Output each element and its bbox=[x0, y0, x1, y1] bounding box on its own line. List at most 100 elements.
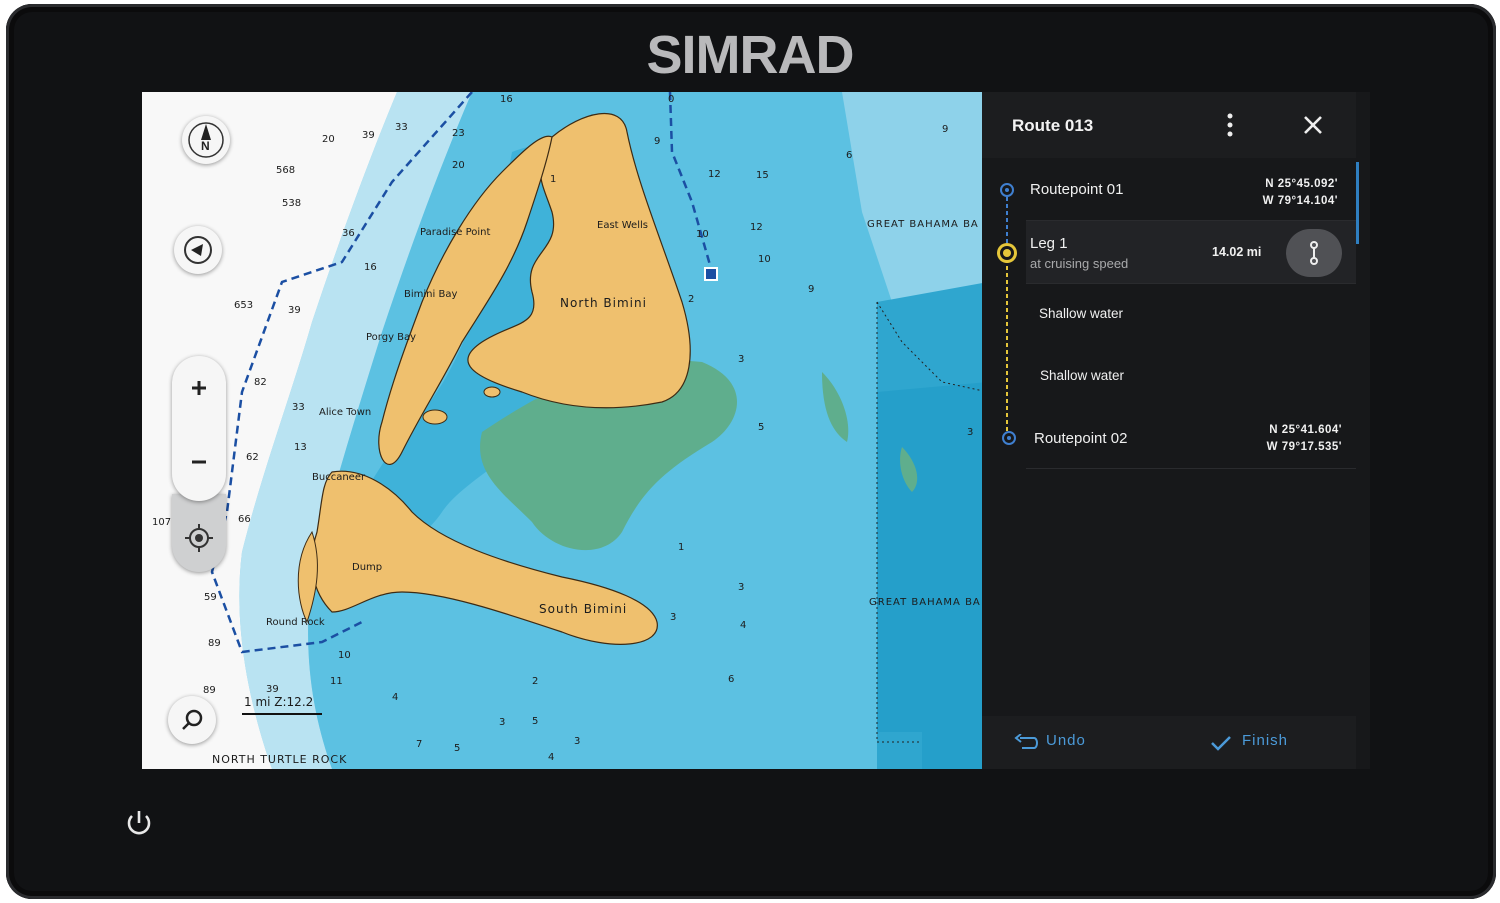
depth-sounding: 36 bbox=[342, 228, 355, 239]
longitude: W 79°14.104' bbox=[1262, 195, 1338, 207]
depth-sounding: 10 bbox=[758, 254, 771, 265]
checkmark-icon bbox=[1211, 736, 1231, 751]
depth-sounding: 9 bbox=[808, 284, 815, 295]
depth-sounding: 1 bbox=[678, 542, 685, 553]
label-south-bimini: South Bimini bbox=[539, 602, 628, 616]
locate-vessel-button[interactable] bbox=[172, 494, 226, 572]
label-porgy-bay: Porgy Bay bbox=[366, 332, 417, 343]
depth-sounding: 12 bbox=[708, 169, 721, 180]
label-north-turtle-rock: NORTH TURTLE ROCK bbox=[212, 753, 348, 766]
label-paradise-point: Paradise Point bbox=[420, 227, 491, 238]
scale-indicator: 1 mi Z:12.2 bbox=[244, 695, 314, 709]
depth-sounding: 5 bbox=[454, 743, 461, 754]
divider bbox=[1026, 468, 1356, 469]
scroll-indicator[interactable] bbox=[1356, 162, 1359, 244]
routepoint-coordinates: N 25°45.092' W 79°14.104' bbox=[1263, 176, 1338, 210]
depth-sounding: 33 bbox=[292, 402, 305, 413]
label-north-bimini: North Bimini bbox=[560, 296, 647, 310]
depth-sounding: 0 bbox=[668, 94, 675, 105]
label-buccaneer: Buccaneer bbox=[312, 472, 366, 483]
depth-sounding: 6 bbox=[846, 150, 853, 161]
depth-sounding: 3 bbox=[738, 582, 745, 593]
more-options-button[interactable] bbox=[1222, 112, 1238, 143]
depth-sounding: 568 bbox=[276, 165, 296, 176]
route-title: Route 013 bbox=[1012, 116, 1094, 135]
depth-sounding: 6 bbox=[728, 674, 735, 685]
brand-logo: SIMRAD bbox=[646, 25, 855, 85]
leg-distance: 14.02 mi bbox=[1212, 245, 1262, 259]
depth-sounding: 2 bbox=[532, 676, 539, 687]
routepoint-icon bbox=[1002, 431, 1016, 445]
finish-label: Finish bbox=[1242, 732, 1289, 749]
display-screen: North Bimini South Bimini East Wells Par… bbox=[142, 92, 1370, 769]
depth-sounding: 3 bbox=[738, 354, 745, 365]
depth-sounding: 11 bbox=[330, 676, 343, 687]
label-great-bahama-bank-1: GREAT BAHAMA BA bbox=[867, 219, 979, 230]
zoom-control bbox=[172, 356, 226, 501]
zoom-out-button[interactable] bbox=[172, 428, 226, 501]
navigation-arrow-icon bbox=[184, 236, 212, 264]
label-bimini-bay: Bimini Bay bbox=[404, 289, 458, 300]
depth-sounding: 538 bbox=[282, 198, 302, 209]
depth-sounding: 10 bbox=[338, 650, 351, 661]
warning-shallow-water[interactable]: Shallow water bbox=[1039, 306, 1123, 321]
route-panel: Route 013 Routepoint 01 N 25°45.092' W 7… bbox=[982, 92, 1370, 769]
warning-shallow-water[interactable]: Shallow water bbox=[1040, 368, 1124, 383]
depth-sounding: 107 bbox=[152, 517, 172, 528]
depth-sounding: 12 bbox=[750, 222, 763, 233]
depth-sounding: 39 bbox=[266, 684, 279, 695]
latitude: N 25°45.092' bbox=[1265, 178, 1338, 190]
depth-sounding: 653 bbox=[234, 300, 254, 311]
close-button[interactable] bbox=[1302, 114, 1324, 141]
power-icon bbox=[127, 811, 151, 835]
undo-button[interactable]: Undo bbox=[1014, 730, 1134, 758]
depth-sounding: 82 bbox=[254, 377, 267, 388]
depth-sounding: 10 bbox=[696, 229, 709, 240]
depth-sounding: 89 bbox=[208, 638, 221, 649]
depth-sounding: 7 bbox=[416, 739, 423, 750]
leg-label: Leg 1 bbox=[1030, 235, 1068, 252]
finish-button[interactable]: Finish bbox=[1210, 730, 1330, 758]
close-icon bbox=[1304, 116, 1322, 134]
depth-sounding: 39 bbox=[288, 305, 301, 316]
power-button[interactable] bbox=[122, 806, 156, 840]
navigation-mode-button[interactable] bbox=[174, 226, 222, 274]
depth-sounding: 4 bbox=[740, 620, 747, 631]
longitude: W 79°17.535' bbox=[1266, 441, 1342, 453]
depth-sounding: 3 bbox=[499, 717, 506, 728]
depth-sounding: 4 bbox=[392, 692, 399, 703]
depth-sounding: 59 bbox=[204, 592, 217, 603]
leg-options-button[interactable] bbox=[1286, 229, 1342, 277]
nautical-chart[interactable]: North Bimini South Bimini East Wells Par… bbox=[142, 92, 988, 769]
routepoint-label: Routepoint 01 bbox=[1030, 181, 1124, 198]
depth-sounding: 3 bbox=[967, 427, 974, 438]
depth-sounding: 20 bbox=[452, 160, 465, 171]
crosshair-icon bbox=[185, 524, 213, 552]
depth-sounding: 66 bbox=[238, 514, 251, 525]
more-vertical-icon bbox=[1227, 113, 1233, 137]
zoom-in-button[interactable] bbox=[172, 356, 226, 428]
routepoint-icon bbox=[1000, 183, 1014, 197]
depth-sounding: 9 bbox=[942, 124, 949, 135]
depth-sounding: 3 bbox=[670, 612, 677, 623]
label-dump: Dump bbox=[352, 562, 383, 573]
routepoint-row[interactable]: Routepoint 02 N 25°41.604' W 79°17.535' bbox=[982, 408, 1356, 468]
latitude: N 25°41.604' bbox=[1269, 424, 1342, 436]
route-leg-icon bbox=[1310, 241, 1318, 265]
divider bbox=[1026, 283, 1356, 284]
search-icon bbox=[182, 709, 203, 730]
depth-sounding: 4 bbox=[548, 752, 555, 763]
depth-sounding: 15 bbox=[756, 170, 769, 181]
search-button[interactable] bbox=[168, 696, 216, 744]
depth-sounding: 5 bbox=[758, 422, 765, 433]
compass-button[interactable]: N bbox=[182, 116, 230, 164]
minus-icon bbox=[192, 460, 206, 464]
routepoint-row[interactable]: Routepoint 01 N 25°45.092' W 79°14.104' bbox=[982, 162, 1356, 220]
leg-subtitle: at cruising speed bbox=[1030, 256, 1129, 271]
depth-sounding: 39 bbox=[362, 130, 375, 141]
chart-graphics bbox=[142, 92, 988, 769]
depth-sounding: 23 bbox=[452, 128, 465, 139]
routepoint-coordinates: N 25°41.604' W 79°17.535' bbox=[1267, 422, 1342, 456]
leg-marker-icon bbox=[997, 243, 1017, 263]
routepoint-label: Routepoint 02 bbox=[1034, 430, 1128, 447]
